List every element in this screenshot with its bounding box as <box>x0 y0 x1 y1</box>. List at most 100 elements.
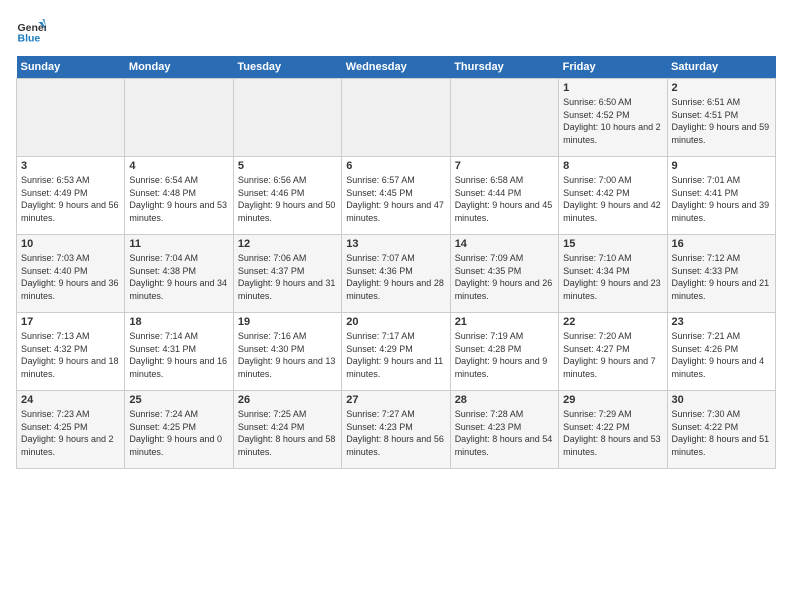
calendar-cell: 1 Sunrise: 6:50 AM Sunset: 4:52 PM Daylig… <box>559 79 667 157</box>
calendar-week-2: 3 Sunrise: 6:53 AM Sunset: 4:49 PM Daylig… <box>17 157 776 235</box>
day-header-sunday: Sunday <box>17 56 125 79</box>
day-info: Sunrise: 6:50 AM Sunset: 4:52 PM Dayligh… <box>563 96 662 146</box>
day-info: Sunrise: 7:09 AM Sunset: 4:35 PM Dayligh… <box>455 252 554 302</box>
day-number: 28 <box>455 394 554 406</box>
calendar-cell <box>125 79 233 157</box>
calendar-cell: 14 Sunrise: 7:09 AM Sunset: 4:35 PM Dayli… <box>450 235 558 313</box>
day-number: 27 <box>346 394 445 406</box>
logo-icon: General Blue <box>16 16 46 46</box>
day-info: Sunrise: 7:14 AM Sunset: 4:31 PM Dayligh… <box>129 330 228 380</box>
day-number: 3 <box>21 160 120 172</box>
day-info: Sunrise: 6:54 AM Sunset: 4:48 PM Dayligh… <box>129 174 228 224</box>
logo: General Blue <box>16 16 46 46</box>
calendar-week-3: 10 Sunrise: 7:03 AM Sunset: 4:40 PM Dayli… <box>17 235 776 313</box>
calendar-week-4: 17 Sunrise: 7:13 AM Sunset: 4:32 PM Dayli… <box>17 313 776 391</box>
calendar-cell: 21Sunrise: 7:19 AM Sunset: 4:28 PM Dayli… <box>450 313 558 391</box>
day-info: Sunrise: 7:16 AM Sunset: 4:30 PM Dayligh… <box>238 330 337 380</box>
day-info: Sunrise: 7:10 AM Sunset: 4:34 PM Dayligh… <box>563 252 662 302</box>
day-header-monday: Monday <box>125 56 233 79</box>
calendar-cell: 7 Sunrise: 6:58 AM Sunset: 4:44 PM Daylig… <box>450 157 558 235</box>
calendar-cell: 20 Sunrise: 7:17 AM Sunset: 4:29 PM Dayli… <box>342 313 450 391</box>
day-number: 5 <box>238 160 337 172</box>
day-number: 10 <box>21 238 120 250</box>
day-info: Sunrise: 7:24 AM Sunset: 4:25 PM Dayligh… <box>129 408 228 458</box>
day-number: 19 <box>238 316 337 328</box>
calendar-cell: 30 Sunrise: 7:30 AM Sunset: 4:22 PM Dayli… <box>667 391 775 469</box>
day-number: 8 <box>563 160 662 172</box>
day-number: 16 <box>672 238 771 250</box>
day-info: Sunrise: 6:51 AM Sunset: 4:51 PM Dayligh… <box>672 96 771 146</box>
calendar-cell: 17 Sunrise: 7:13 AM Sunset: 4:32 PM Dayli… <box>17 313 125 391</box>
calendar-cell <box>17 79 125 157</box>
calendar-cell: 15 Sunrise: 7:10 AM Sunset: 4:34 PM Dayli… <box>559 235 667 313</box>
day-header-saturday: Saturday <box>667 56 775 79</box>
day-number: 15 <box>563 238 662 250</box>
calendar-cell: 11 Sunrise: 7:04 AM Sunset: 4:38 PM Dayli… <box>125 235 233 313</box>
day-info: Sunrise: 7:21 AM Sunset: 4:26 PM Dayligh… <box>672 330 771 380</box>
day-header-friday: Friday <box>559 56 667 79</box>
calendar-cell: 5Sunrise: 6:56 AM Sunset: 4:46 PM Daylig… <box>233 157 341 235</box>
day-number: 30 <box>672 394 771 406</box>
calendar-cell: 2 Sunrise: 6:51 AM Sunset: 4:51 PM Daylig… <box>667 79 775 157</box>
day-info: Sunrise: 7:28 AM Sunset: 4:23 PM Dayligh… <box>455 408 554 458</box>
day-number: 17 <box>21 316 120 328</box>
day-info: Sunrise: 7:01 AM Sunset: 4:41 PM Dayligh… <box>672 174 771 224</box>
day-number: 21 <box>455 316 554 328</box>
day-number: 14 <box>455 238 554 250</box>
calendar-week-1: 1 Sunrise: 6:50 AM Sunset: 4:52 PM Daylig… <box>17 79 776 157</box>
day-info: Sunrise: 6:58 AM Sunset: 4:44 PM Dayligh… <box>455 174 554 224</box>
calendar-cell: 19 Sunrise: 7:16 AM Sunset: 4:30 PM Dayli… <box>233 313 341 391</box>
day-header-tuesday: Tuesday <box>233 56 341 79</box>
day-number: 2 <box>672 82 771 94</box>
day-number: 11 <box>129 238 228 250</box>
calendar-cell: 9Sunrise: 7:01 AM Sunset: 4:41 PM Daylig… <box>667 157 775 235</box>
day-number: 24 <box>21 394 120 406</box>
day-number: 13 <box>346 238 445 250</box>
day-info: Sunrise: 7:03 AM Sunset: 4:40 PM Dayligh… <box>21 252 120 302</box>
calendar-cell: 22 Sunrise: 7:20 AM Sunset: 4:27 PM Dayli… <box>559 313 667 391</box>
calendar-cell: 28 Sunrise: 7:28 AM Sunset: 4:23 PM Dayli… <box>450 391 558 469</box>
day-info: Sunrise: 7:17 AM Sunset: 4:29 PM Dayligh… <box>346 330 445 380</box>
day-header-wednesday: Wednesday <box>342 56 450 79</box>
calendar-cell: 24 Sunrise: 7:23 AM Sunset: 4:25 PM Dayli… <box>17 391 125 469</box>
calendar-cell: 6 Sunrise: 6:57 AM Sunset: 4:45 PM Daylig… <box>342 157 450 235</box>
day-number: 4 <box>129 160 228 172</box>
day-number: 20 <box>346 316 445 328</box>
day-info: Sunrise: 7:27 AM Sunset: 4:23 PM Dayligh… <box>346 408 445 458</box>
page-header: General Blue <box>16 16 776 46</box>
calendar-cell <box>450 79 558 157</box>
day-info: Sunrise: 7:20 AM Sunset: 4:27 PM Dayligh… <box>563 330 662 380</box>
calendar-header-row: SundayMondayTuesdayWednesdayThursdayFrid… <box>17 56 776 79</box>
calendar-cell: 16 Sunrise: 7:12 AM Sunset: 4:33 PM Dayli… <box>667 235 775 313</box>
day-info: Sunrise: 7:12 AM Sunset: 4:33 PM Dayligh… <box>672 252 771 302</box>
day-number: 18 <box>129 316 228 328</box>
day-number: 6 <box>346 160 445 172</box>
day-info: Sunrise: 7:00 AM Sunset: 4:42 PM Dayligh… <box>563 174 662 224</box>
calendar-cell: 3 Sunrise: 6:53 AM Sunset: 4:49 PM Daylig… <box>17 157 125 235</box>
day-info: Sunrise: 7:30 AM Sunset: 4:22 PM Dayligh… <box>672 408 771 458</box>
calendar-table: SundayMondayTuesdayWednesdayThursdayFrid… <box>16 56 776 469</box>
calendar-cell: 29Sunrise: 7:29 AM Sunset: 4:22 PM Dayli… <box>559 391 667 469</box>
day-info: Sunrise: 6:53 AM Sunset: 4:49 PM Dayligh… <box>21 174 120 224</box>
day-info: Sunrise: 7:25 AM Sunset: 4:24 PM Dayligh… <box>238 408 337 458</box>
calendar-cell: 4 Sunrise: 6:54 AM Sunset: 4:48 PM Daylig… <box>125 157 233 235</box>
day-header-thursday: Thursday <box>450 56 558 79</box>
calendar-cell <box>342 79 450 157</box>
calendar-cell: 27 Sunrise: 7:27 AM Sunset: 4:23 PM Dayli… <box>342 391 450 469</box>
calendar-cell: 10 Sunrise: 7:03 AM Sunset: 4:40 PM Dayli… <box>17 235 125 313</box>
day-number: 22 <box>563 316 662 328</box>
calendar-cell <box>233 79 341 157</box>
day-number: 29 <box>563 394 662 406</box>
calendar-cell: 25Sunrise: 7:24 AM Sunset: 4:25 PM Dayli… <box>125 391 233 469</box>
calendar-cell: 13Sunrise: 7:07 AM Sunset: 4:36 PM Dayli… <box>342 235 450 313</box>
day-info: Sunrise: 7:13 AM Sunset: 4:32 PM Dayligh… <box>21 330 120 380</box>
day-info: Sunrise: 6:57 AM Sunset: 4:45 PM Dayligh… <box>346 174 445 224</box>
calendar-week-5: 24 Sunrise: 7:23 AM Sunset: 4:25 PM Dayli… <box>17 391 776 469</box>
day-number: 7 <box>455 160 554 172</box>
svg-text:Blue: Blue <box>18 33 41 45</box>
calendar-cell: 23Sunrise: 7:21 AM Sunset: 4:26 PM Dayli… <box>667 313 775 391</box>
day-number: 1 <box>563 82 662 94</box>
day-info: Sunrise: 7:23 AM Sunset: 4:25 PM Dayligh… <box>21 408 120 458</box>
day-info: Sunrise: 7:06 AM Sunset: 4:37 PM Dayligh… <box>238 252 337 302</box>
day-info: Sunrise: 7:04 AM Sunset: 4:38 PM Dayligh… <box>129 252 228 302</box>
